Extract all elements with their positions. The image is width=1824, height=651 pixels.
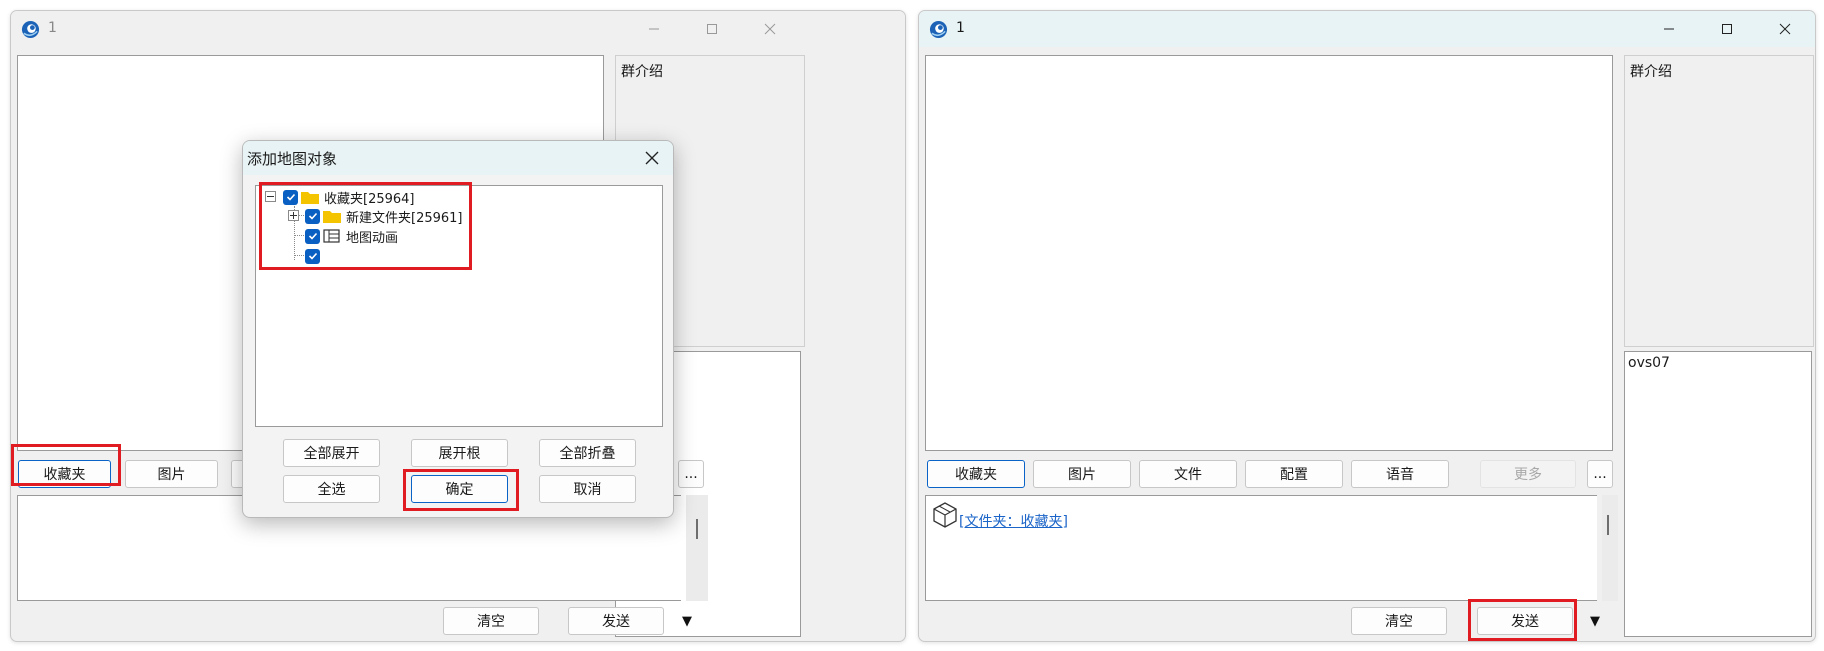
tree-item-new-folder[interactable]: 新建文件夹[25961] xyxy=(305,207,463,226)
window-title: 1 xyxy=(48,20,57,36)
title-bar[interactable]: 1 xyxy=(11,11,905,47)
tree-item-root[interactable]: 收藏夹[25964] xyxy=(283,188,415,207)
folder-attachment-link[interactable]: [文件夹：收藏夹] xyxy=(959,511,1068,531)
dialog-title-bar[interactable]: 添加地图对象 xyxy=(243,141,673,175)
map-object-tree[interactable]: 收藏夹[25964] 新建文件夹[25961] 地图动画 xyxy=(255,185,663,427)
message-input[interactable]: [文件夹：收藏夹] xyxy=(925,495,1597,601)
checkbox-checked-icon[interactable] xyxy=(283,189,298,205)
clear-button[interactable]: 清空 xyxy=(443,607,539,635)
input-scrollbar[interactable] xyxy=(1602,495,1618,601)
dialog-close-icon[interactable] xyxy=(641,147,663,169)
scroll-thumb[interactable] xyxy=(1607,515,1609,535)
folder-icon xyxy=(323,211,341,223)
maximize-icon[interactable] xyxy=(1698,11,1756,47)
app-logo-icon xyxy=(21,20,40,39)
collapse-icon[interactable] xyxy=(265,191,276,202)
folder-icon xyxy=(301,192,319,204)
send-button[interactable]: 发送 xyxy=(1477,607,1573,635)
member-list[interactable]: ovs07 xyxy=(1624,351,1812,637)
tree-label-folder: 新建文件夹[25961] xyxy=(346,210,463,226)
tree-label-root: 收藏夹[25964] xyxy=(324,191,415,207)
maximize-icon[interactable] xyxy=(683,11,741,47)
group-intro-panel: 群介绍 xyxy=(1624,55,1814,347)
right-chat-window: 1 群介绍 ovs07 收藏夹 图片 文件 配置 语音 更多 ... [文件夹：… xyxy=(918,10,1816,642)
tree-label-map-animation: 地图动画 xyxy=(346,230,399,246)
package-icon xyxy=(933,502,957,528)
title-bar[interactable]: 1 xyxy=(919,11,1815,47)
more-button[interactable]: 更多 xyxy=(1480,460,1576,488)
expand-root-button[interactable]: 展开根 xyxy=(411,439,508,467)
config-button[interactable]: 配置 xyxy=(1245,460,1343,488)
more-dots-button[interactable]: ... xyxy=(1587,460,1613,488)
group-intro-title: 群介绍 xyxy=(1630,64,1672,80)
input-scrollbar[interactable] xyxy=(686,495,708,601)
checkbox-checked-icon[interactable] xyxy=(305,248,320,264)
collapse-all-button[interactable]: 全部折叠 xyxy=(539,439,636,467)
minimize-icon[interactable] xyxy=(1640,11,1698,47)
cancel-button[interactable]: 取消 xyxy=(539,475,636,503)
clear-button[interactable]: 清空 xyxy=(1351,607,1447,635)
ok-button[interactable]: 确定 xyxy=(411,475,508,503)
more-dots-button[interactable]: ... xyxy=(678,460,704,488)
scroll-thumb[interactable] xyxy=(696,519,698,539)
file-button[interactable]: 文件 xyxy=(1139,460,1237,488)
checkbox-checked-icon[interactable] xyxy=(305,228,320,244)
favorites-button[interactable]: 收藏夹 xyxy=(927,460,1025,488)
tree-item-map-animation[interactable]: 地图动画 xyxy=(305,227,399,246)
send-options-dropdown[interactable]: ▼ xyxy=(1586,607,1604,635)
image-button[interactable]: 图片 xyxy=(125,460,218,488)
send-button[interactable]: 发送 xyxy=(568,607,664,635)
dialog-title: 添加地图对象 xyxy=(247,150,338,168)
image-button[interactable]: 图片 xyxy=(1033,460,1131,488)
select-all-button[interactable]: 全选 xyxy=(283,475,380,503)
close-icon[interactable] xyxy=(1756,11,1814,47)
send-options-dropdown[interactable]: ▼ xyxy=(678,607,696,635)
group-intro-title: 群介绍 xyxy=(621,64,663,80)
minimize-icon[interactable] xyxy=(625,11,683,47)
window-title: 1 xyxy=(956,20,965,36)
message-display-area[interactable] xyxy=(925,55,1613,451)
voice-button[interactable]: 语音 xyxy=(1351,460,1449,488)
map-animation-icon xyxy=(323,229,340,243)
member-item[interactable]: ovs07 xyxy=(1628,355,1670,371)
expand-all-button[interactable]: 全部展开 xyxy=(283,439,380,467)
expand-icon[interactable] xyxy=(288,210,299,221)
close-icon[interactable] xyxy=(741,11,799,47)
favorites-button[interactable]: 收藏夹 xyxy=(18,460,111,488)
add-map-object-dialog: 添加地图对象 收藏夹[25964] 新建文件夹[25961] 地图动画 全部展开… xyxy=(242,140,674,518)
tree-item-empty[interactable] xyxy=(305,247,320,265)
app-logo-icon xyxy=(929,20,948,39)
checkbox-checked-icon[interactable] xyxy=(305,208,320,224)
